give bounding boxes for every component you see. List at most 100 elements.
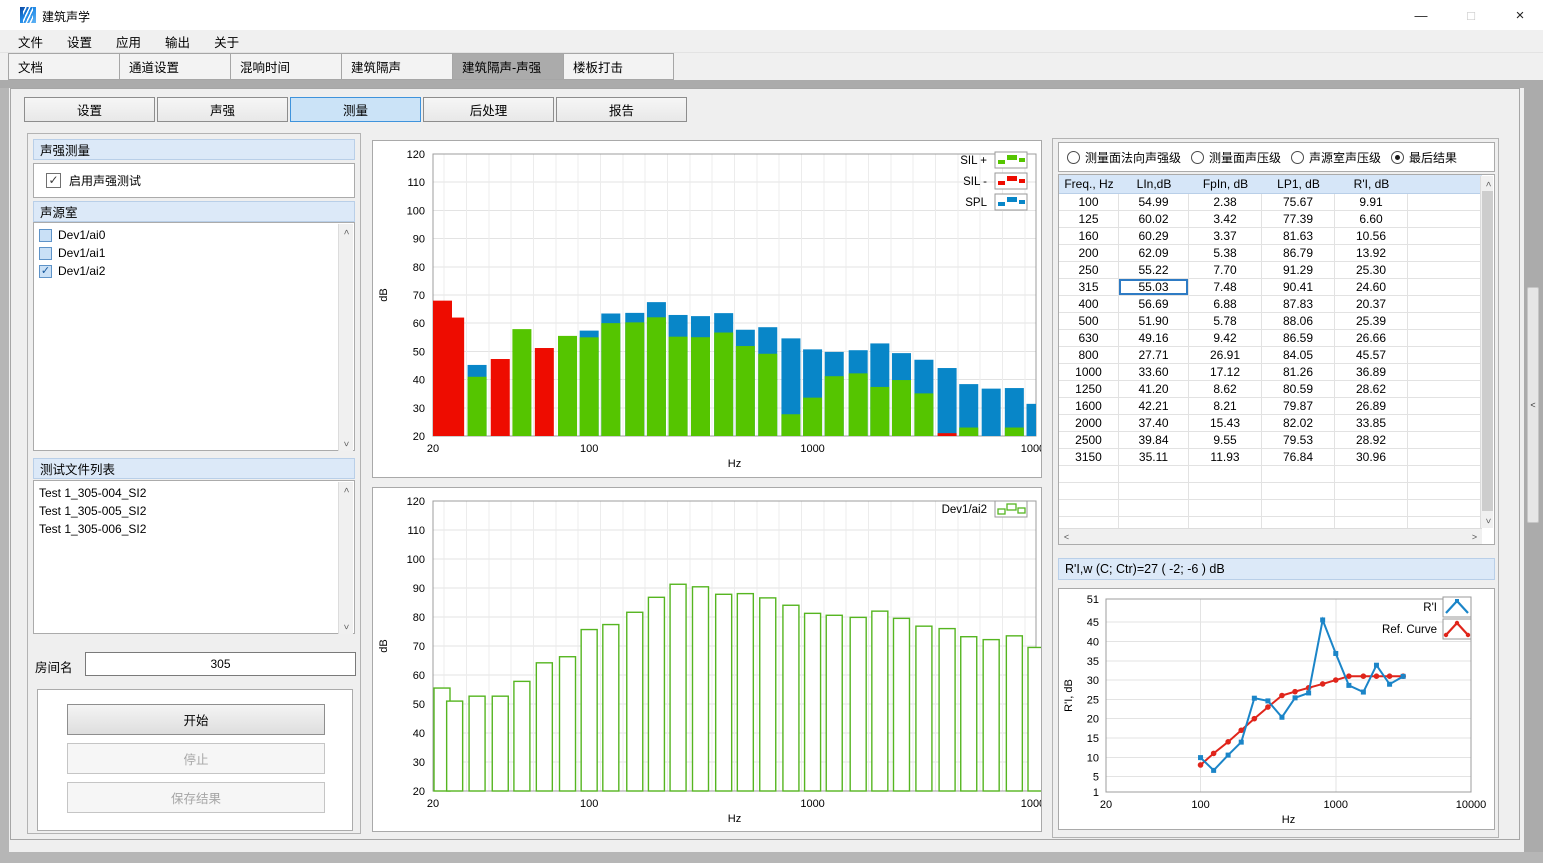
save-results-button[interactable]: 保存结果: [67, 782, 325, 813]
table-cell[interactable]: 100: [1059, 194, 1119, 211]
table-cell[interactable]: 33.60: [1119, 364, 1189, 381]
table-cell[interactable]: 6.88: [1189, 296, 1262, 313]
table-cell[interactable]: 33.85: [1335, 415, 1408, 432]
channel-row-1[interactable]: Dev1/ai1: [34, 244, 354, 262]
table-cell[interactable]: 20.37: [1335, 296, 1408, 313]
table-cell[interactable]: 9.42: [1189, 330, 1262, 347]
menu-item-2[interactable]: 应用: [104, 29, 153, 54]
table-cell[interactable]: 5.78: [1189, 313, 1262, 330]
channel-row-2[interactable]: ✓Dev1/ai2: [34, 262, 354, 280]
table-cell[interactable]: 500: [1059, 313, 1119, 330]
table-cell[interactable]: [1408, 415, 1482, 432]
table-cell[interactable]: 200: [1059, 245, 1119, 262]
table-cell[interactable]: [1119, 466, 1189, 483]
table-cell[interactable]: 55.22: [1119, 262, 1189, 279]
table-cell[interactable]: 160: [1059, 228, 1119, 245]
table-cell[interactable]: [1408, 483, 1482, 500]
table-cell[interactable]: [1059, 466, 1119, 483]
table-cell[interactable]: 400: [1059, 296, 1119, 313]
table-cell[interactable]: [1262, 466, 1335, 483]
sub-tab-2[interactable]: 测量: [290, 97, 421, 122]
table-cell[interactable]: [1189, 500, 1262, 517]
table-cell[interactable]: 26.89: [1335, 398, 1408, 415]
close-button[interactable]: ×: [1497, 0, 1543, 30]
room-name-input[interactable]: [85, 652, 356, 676]
table-cell[interactable]: 81.63: [1262, 228, 1335, 245]
table-vscrollbar[interactable]: <<: [1480, 176, 1493, 528]
table-cell[interactable]: 60.02: [1119, 211, 1189, 228]
file-item-0[interactable]: Test 1_305-004_SI2: [34, 484, 354, 502]
table-cell[interactable]: 91.29: [1262, 262, 1335, 279]
table-cell[interactable]: 9.91: [1335, 194, 1408, 211]
table-cell[interactable]: 87.83: [1262, 296, 1335, 313]
radio-option-3[interactable]: 最后结果: [1391, 149, 1457, 166]
table-cell[interactable]: 315: [1059, 279, 1119, 296]
table-cell[interactable]: 13.92: [1335, 245, 1408, 262]
radio-circle[interactable]: [1067, 151, 1080, 164]
table-cell[interactable]: 82.02: [1262, 415, 1335, 432]
sub-tab-4[interactable]: 报告: [556, 97, 687, 122]
table-cell[interactable]: 55.03: [1119, 279, 1189, 296]
table-cell[interactable]: 84.05: [1262, 347, 1335, 364]
main-tab-0[interactable]: 文档: [8, 53, 119, 80]
table-cell[interactable]: [1408, 466, 1482, 483]
table-cell[interactable]: [1335, 483, 1408, 500]
table-cell[interactable]: 75.67: [1262, 194, 1335, 211]
table-cell[interactable]: 60.29: [1119, 228, 1189, 245]
table-cell[interactable]: 26.66: [1335, 330, 1408, 347]
table-cell[interactable]: [1408, 279, 1482, 296]
table-cell[interactable]: 630: [1059, 330, 1119, 347]
table-cell[interactable]: 30.96: [1335, 449, 1408, 466]
radio-circle[interactable]: [1191, 151, 1204, 164]
table-hscrollbar[interactable]: <<: [1059, 528, 1482, 544]
enable-intensity-checkbox[interactable]: ✓: [46, 173, 61, 188]
table-cell[interactable]: 51.90: [1119, 313, 1189, 330]
table-cell[interactable]: 76.84: [1262, 449, 1335, 466]
table-header-4[interactable]: R'I, dB: [1335, 175, 1408, 194]
table-cell[interactable]: [1059, 483, 1119, 500]
table-cell[interactable]: [1408, 194, 1482, 211]
table-cell[interactable]: 8.21: [1189, 398, 1262, 415]
channel-list-scrollbar[interactable]: < <: [338, 224, 353, 451]
table-cell[interactable]: 77.39: [1262, 211, 1335, 228]
table-cell[interactable]: [1408, 313, 1482, 330]
table-cell[interactable]: 49.16: [1119, 330, 1189, 347]
table-cell[interactable]: 17.12: [1189, 364, 1262, 381]
panel-collapse-handle[interactable]: <: [1527, 287, 1539, 523]
main-tab-1[interactable]: 通道设置: [119, 53, 230, 80]
channel-checkbox[interactable]: [39, 229, 52, 242]
table-cell[interactable]: 2.38: [1189, 194, 1262, 211]
minimize-button[interactable]: —: [1398, 0, 1444, 30]
table-cell[interactable]: 125: [1059, 211, 1119, 228]
table-header-3[interactable]: LP1, dB: [1262, 175, 1335, 194]
table-cell[interactable]: 54.99: [1119, 194, 1189, 211]
table-cell[interactable]: [1408, 211, 1482, 228]
table-cell[interactable]: [1408, 228, 1482, 245]
table-cell[interactable]: 37.40: [1119, 415, 1189, 432]
file-item-2[interactable]: Test 1_305-006_SI2: [34, 520, 354, 538]
main-tab-2[interactable]: 混响时间: [230, 53, 341, 80]
table-cell[interactable]: [1335, 500, 1408, 517]
radio-circle[interactable]: [1391, 151, 1404, 164]
table-cell[interactable]: [1408, 262, 1482, 279]
table-cell[interactable]: [1335, 466, 1408, 483]
table-cell[interactable]: 88.06: [1262, 313, 1335, 330]
file-list-scrollbar[interactable]: < <: [338, 482, 353, 634]
radio-option-2[interactable]: 声源室声压级: [1291, 149, 1381, 166]
table-cell[interactable]: [1408, 364, 1482, 381]
table-cell[interactable]: [1408, 296, 1482, 313]
table-cell[interactable]: [1262, 500, 1335, 517]
table-cell[interactable]: [1262, 483, 1335, 500]
table-cell[interactable]: 800: [1059, 347, 1119, 364]
table-header-0[interactable]: Freq., Hz: [1059, 175, 1119, 194]
sub-tab-1[interactable]: 声强: [157, 97, 288, 122]
table-cell[interactable]: 90.41: [1262, 279, 1335, 296]
table-cell[interactable]: 45.57: [1335, 347, 1408, 364]
table-cell[interactable]: 5.38: [1189, 245, 1262, 262]
table-cell[interactable]: 39.84: [1119, 432, 1189, 449]
table-cell[interactable]: [1189, 483, 1262, 500]
radio-option-0[interactable]: 测量面法向声强级: [1067, 149, 1181, 166]
table-cell[interactable]: [1408, 330, 1482, 347]
channel-checkbox[interactable]: ✓: [39, 265, 52, 278]
table-cell[interactable]: 2500: [1059, 432, 1119, 449]
